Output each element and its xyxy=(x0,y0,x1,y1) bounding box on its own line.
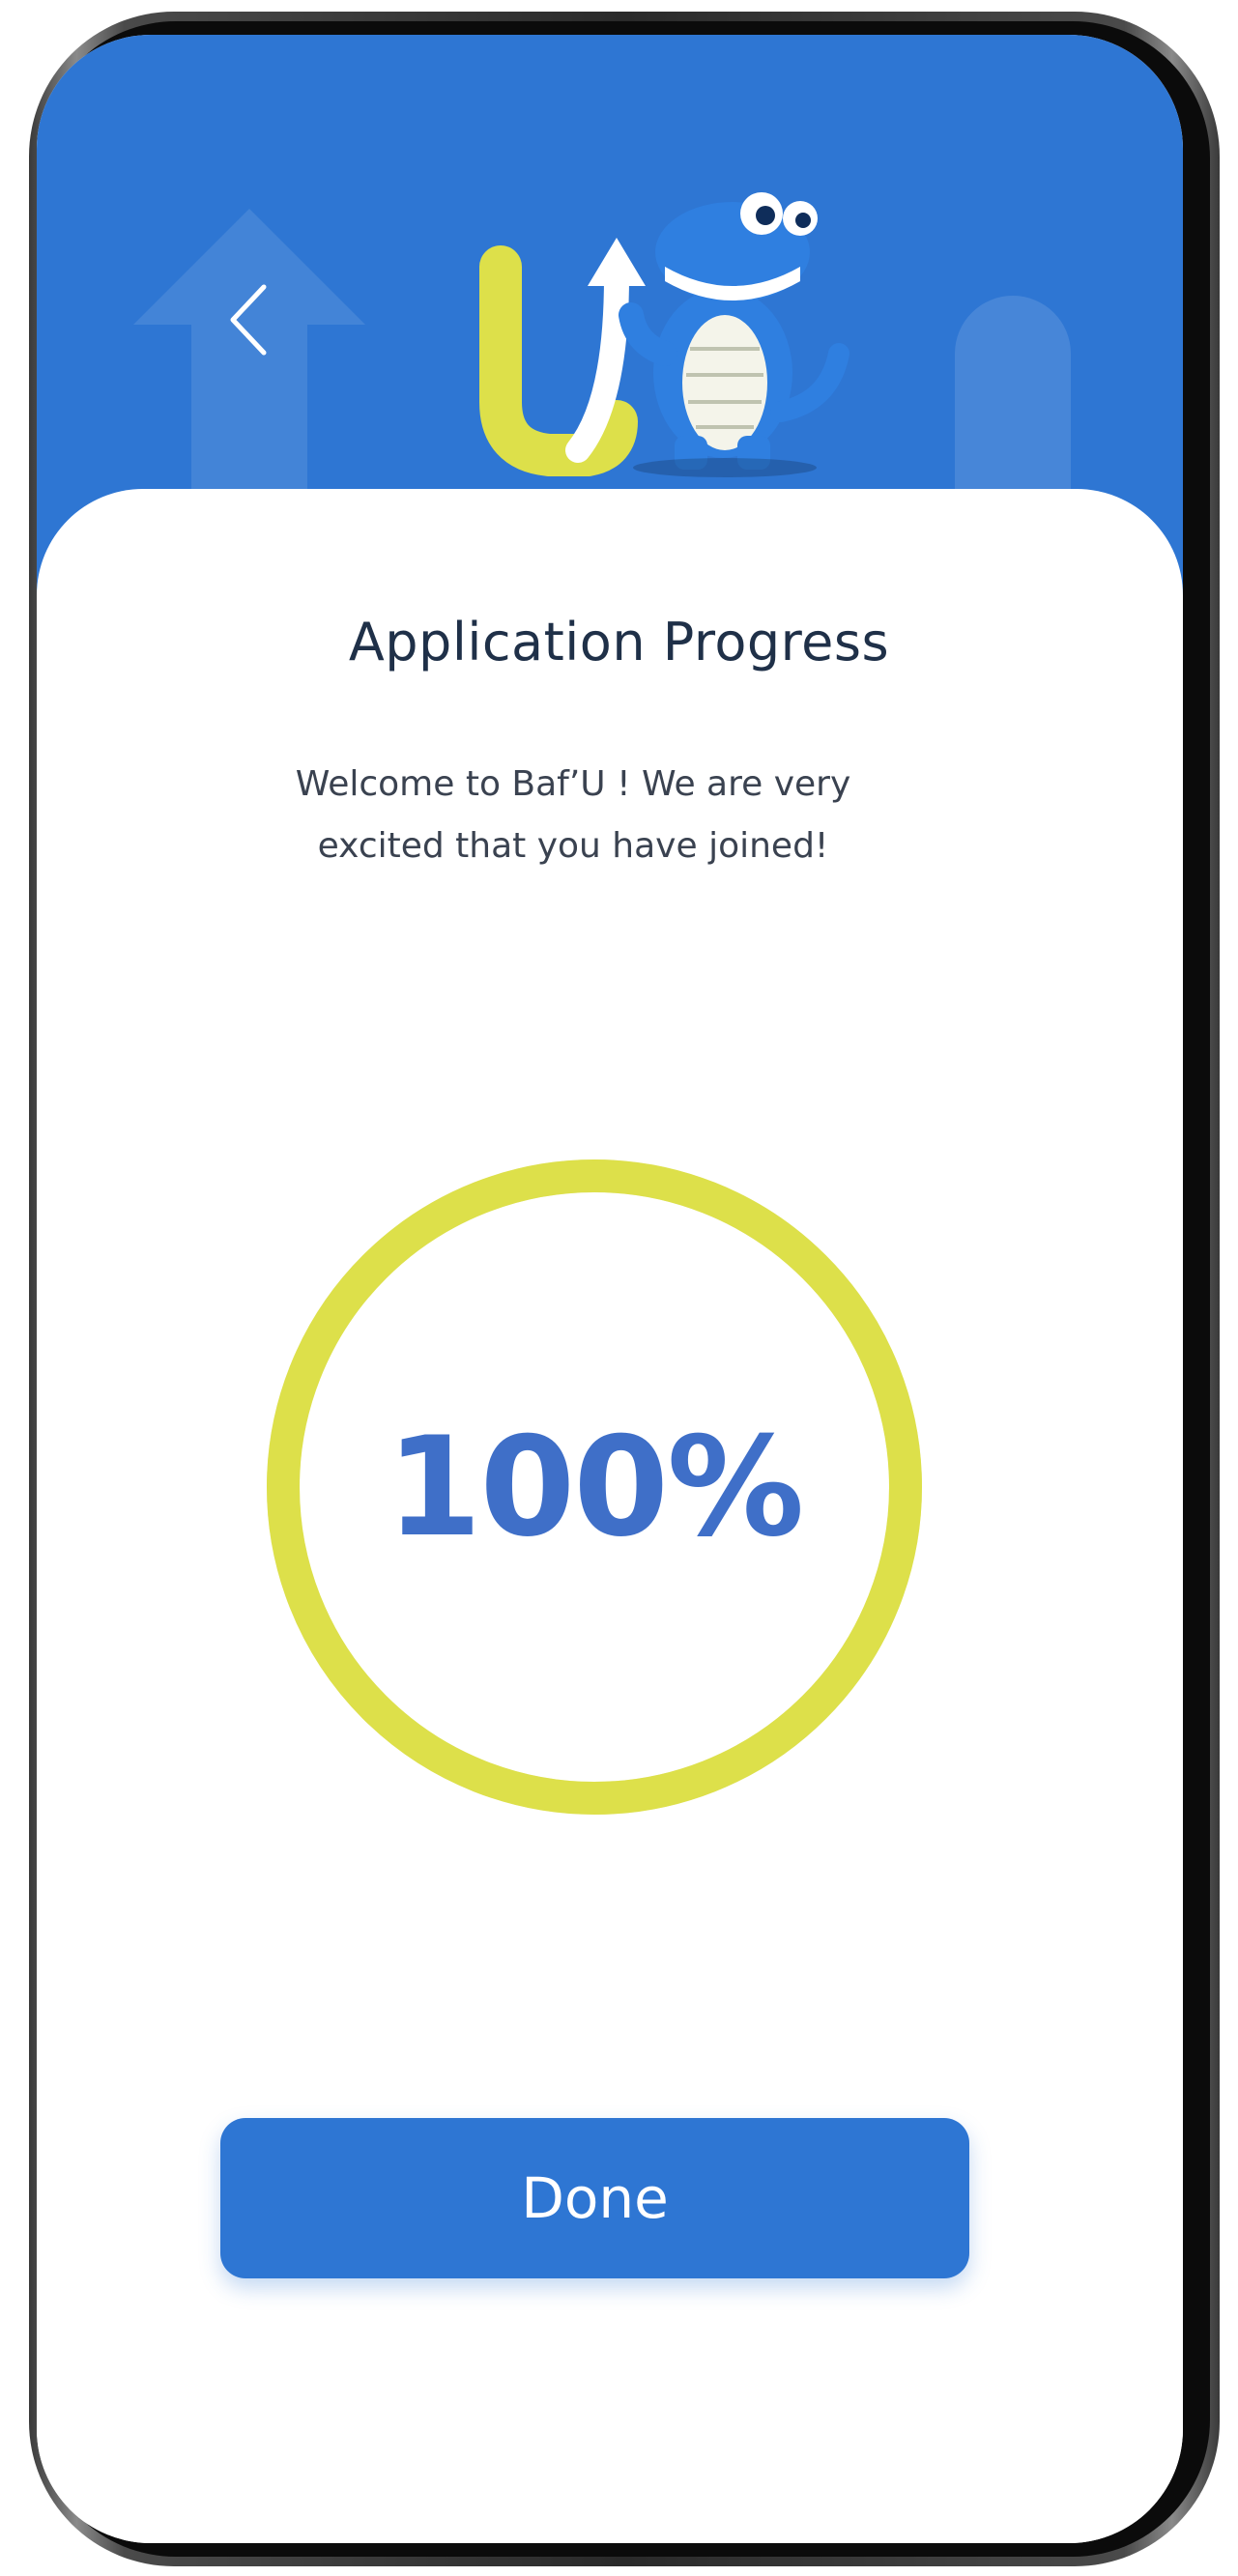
progress-ring: 100% xyxy=(263,1156,926,1818)
welcome-message: Welcome to Baf’U ! We are very excited t… xyxy=(295,764,851,866)
chevron-left-icon xyxy=(230,284,267,356)
done-button[interactable]: Done xyxy=(220,2118,969,2278)
progress-percentage: 100% xyxy=(386,1407,805,1567)
bafu-logo xyxy=(479,192,849,477)
page-title: Application Progress xyxy=(348,612,890,673)
back-button[interactable] xyxy=(211,267,288,373)
